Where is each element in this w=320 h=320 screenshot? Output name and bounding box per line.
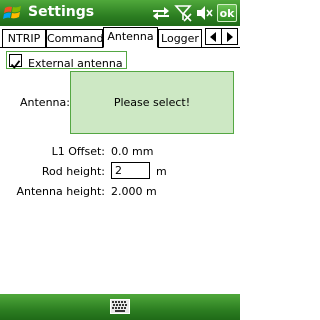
external-antenna-row[interactable]: External antenna bbox=[6, 51, 127, 70]
keyboard-icon[interactable] bbox=[110, 299, 130, 314]
windows-start-icon[interactable] bbox=[2, 3, 24, 23]
tab-logger[interactable]: Logger bbox=[158, 29, 202, 47]
antenna-select-button[interactable]: Please select! bbox=[70, 71, 234, 134]
external-antenna-checkbox[interactable] bbox=[9, 54, 22, 69]
antenna-label: Antenna: bbox=[20, 96, 70, 109]
rod-height-unit: m bbox=[156, 165, 167, 178]
tab-command[interactable]: Command bbox=[46, 29, 104, 47]
checkmark-icon bbox=[10, 60, 21, 69]
title-bar: Settings ok bbox=[0, 0, 240, 26]
l1-offset-value: 0.0 mm bbox=[111, 145, 154, 158]
external-antenna-label: External antenna bbox=[28, 57, 123, 70]
volume-off-icon[interactable] bbox=[195, 4, 213, 22]
arrow-left-icon[interactable] bbox=[210, 32, 216, 42]
app-title: Settings bbox=[28, 4, 95, 20]
rod-height-label: Rod height: bbox=[41, 165, 105, 178]
l1-offset-label: L1 Offset: bbox=[51, 145, 105, 158]
tab-scroll-arrows bbox=[205, 28, 238, 45]
ok-button[interactable]: ok bbox=[217, 4, 237, 22]
arrow-right-icon[interactable] bbox=[227, 32, 233, 42]
settings-screen: Settings ok NTRIP Command Antenna Logger bbox=[0, 0, 240, 320]
tab-antenna[interactable]: Antenna bbox=[103, 27, 158, 48]
connectivity-icon[interactable] bbox=[151, 4, 171, 22]
antenna-height-value: 2.000 m bbox=[111, 185, 157, 198]
bottom-menu-bar bbox=[0, 294, 240, 320]
antenna-height-label: Antenna height: bbox=[16, 185, 105, 198]
signal-off-icon[interactable] bbox=[174, 4, 192, 22]
tab-ntrip[interactable]: NTRIP bbox=[2, 29, 46, 47]
arrow-divider bbox=[221, 29, 222, 44]
rod-height-input[interactable]: 2 bbox=[111, 162, 150, 179]
